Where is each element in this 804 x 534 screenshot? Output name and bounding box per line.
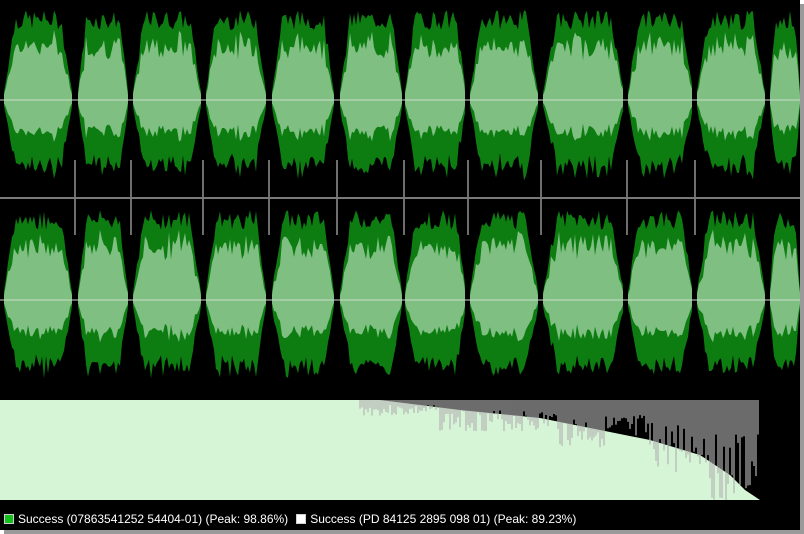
legend-item-first-disc: Success (07863541252 54404-01) (Peak: 98… (4, 508, 288, 530)
window-shadow (4, 530, 804, 534)
waveform-core (78, 36, 128, 139)
waveform-core (340, 31, 402, 142)
waveform-core (770, 41, 800, 135)
waveform-core (272, 33, 334, 141)
waveform-view[interactable] (0, 0, 800, 400)
waveform-core (206, 235, 266, 339)
waveform-canvas (0, 10, 800, 379)
legend-item-second-disc: Success (PD 84125 2895 098 01) (Peak: 89… (296, 508, 576, 530)
spectrum-canvas (0, 400, 760, 500)
spectrum-view (0, 400, 800, 500)
window-shadow (800, 4, 804, 534)
legend-bar: Success (07863541252 54404-01) (Peak: 98… (0, 508, 800, 530)
legend-label: Success (07863541252 54404-01) (Peak: 98… (18, 512, 289, 526)
waveform-comparison-window: Success (07863541252 54404-01) (Peak: 98… (0, 0, 800, 530)
legend-swatch-green (4, 514, 14, 524)
channel-divider (0, 197, 800, 199)
channel-wave (0, 10, 800, 181)
legend-label: Success (PD 84125 2895 098 01) (Peak: 89… (310, 512, 577, 526)
channel-wave (0, 210, 800, 379)
legend-swatch-white (296, 514, 307, 524)
